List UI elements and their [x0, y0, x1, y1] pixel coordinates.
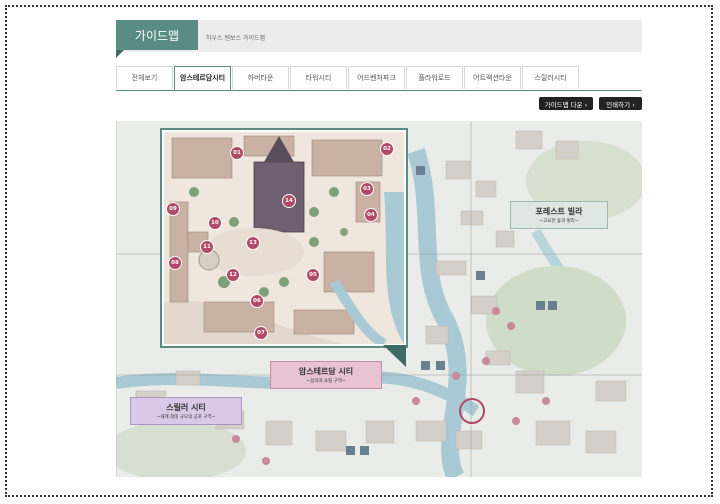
map-pin-09[interactable]: 09 [166, 202, 180, 216]
area-tabs: 전체보기 암스테르담시티 하버타운 타워시티 어드벤처파크 플라워로드 어트랙션… [116, 66, 642, 91]
banner-forest-villa-sub: ~고요한 숲과 빌라~ [539, 219, 579, 224]
tab-flower-road[interactable]: 플라워로드 [406, 66, 463, 89]
title-notch [116, 50, 124, 58]
map-pin-01[interactable]: 01 [230, 146, 244, 160]
banner-amsterdam-sub: ~음악과 쇼핑 구역~ [306, 379, 346, 384]
download-guide-map-button[interactable]: 가이드맵 다운 › [539, 97, 593, 110]
tab-thriller-city[interactable]: 스릴러시티 [522, 66, 579, 89]
banner-thriller-city[interactable]: 스릴러 시티 ~세계 최대 규모의 공포 구역~ [130, 397, 242, 425]
print-button[interactable]: 인쇄하기 › [599, 97, 642, 110]
map-pin-02[interactable]: 02 [380, 142, 394, 156]
amsterdam-city-zoom-inset: 01 02 03 04 05 06 07 08 09 10 11 12 13 1… [160, 128, 408, 348]
map-pin-07[interactable]: 07 [254, 326, 268, 340]
tab-all[interactable]: 전체보기 [116, 66, 173, 89]
map-pin-14[interactable]: 14 [282, 194, 296, 208]
map-pin-08[interactable]: 08 [168, 256, 182, 270]
tab-amsterdam-city[interactable]: 암스테르담시티 [174, 66, 231, 90]
map-pin-04[interactable]: 04 [364, 208, 378, 222]
banner-forest-villa[interactable]: 포레스트 빌라 ~고요한 숲과 빌라~ [510, 201, 608, 229]
tab-attraction-town[interactable]: 어트랙션타운 [464, 66, 521, 89]
map-pin-12[interactable]: 12 [226, 268, 240, 282]
inset-illustration [164, 132, 404, 344]
map-pin-10[interactable]: 10 [208, 216, 222, 230]
page-subtitle: 하우스 텐보스 가이드맵 [206, 35, 266, 42]
banner-thriller-sub: ~세계 최대 규모의 공포 구역~ [156, 415, 216, 420]
page-title: 가이드맵 [116, 20, 198, 50]
map-pin-03[interactable]: 03 [360, 182, 374, 196]
tab-harbor-town[interactable]: 하버타운 [232, 66, 289, 89]
inset-pointer [383, 345, 406, 367]
page-header: 가이드맵 하우스 텐보스 가이드맵 [116, 20, 642, 58]
banner-forest-villa-title: 포레스트 빌라 [535, 207, 583, 216]
map-pin-05[interactable]: 05 [306, 268, 320, 282]
map-pin-13[interactable]: 13 [246, 236, 260, 250]
map-pin-06[interactable]: 06 [250, 294, 264, 308]
map-pin-11[interactable]: 11 [200, 240, 214, 254]
tab-adventure-park[interactable]: 어드벤처파크 [348, 66, 405, 89]
banner-thriller-title: 스릴러 시티 [166, 403, 206, 412]
tab-tower-city[interactable]: 타워시티 [290, 66, 347, 89]
banner-amsterdam-city[interactable]: 암스테르담 시티 ~음악과 쇼핑 구역~ [270, 361, 382, 389]
banner-amsterdam-title: 암스테르담 시티 [298, 367, 354, 376]
